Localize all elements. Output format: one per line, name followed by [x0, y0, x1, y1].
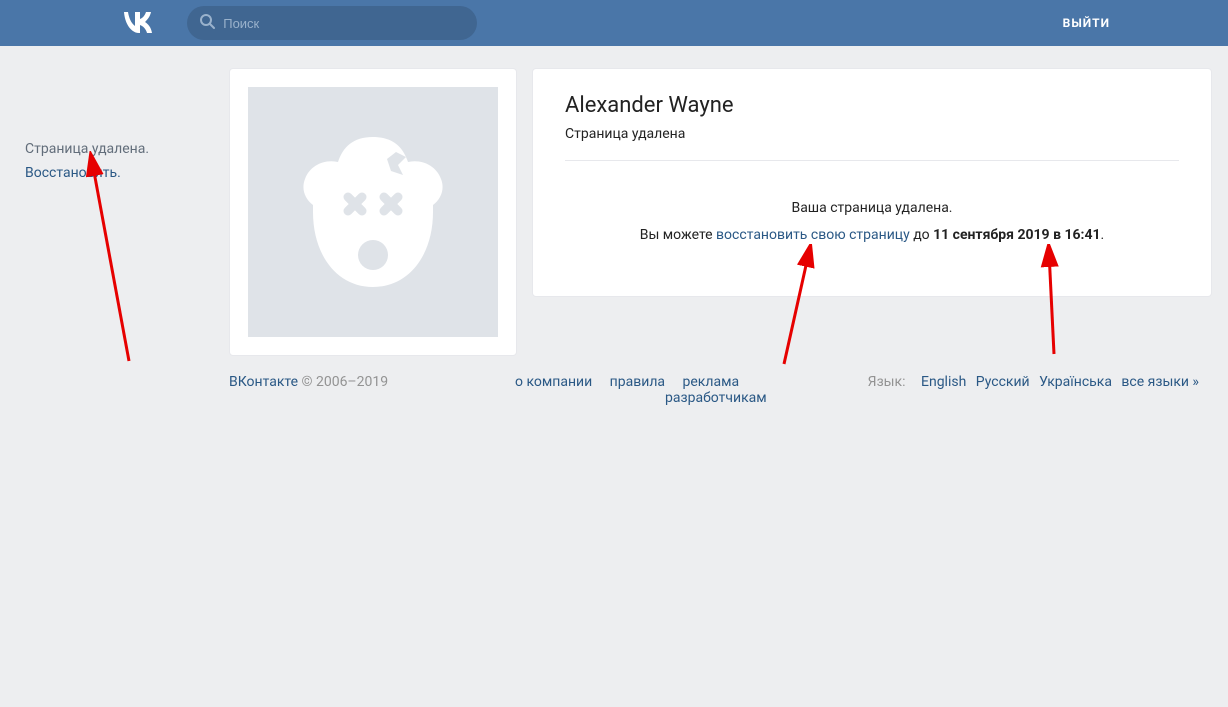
footer-brand-link[interactable]: ВКонтакте — [229, 374, 298, 390]
footer-right: Язык: English Русский Українська все язы… — [868, 374, 1199, 406]
footer-mid: о компании правила реклама разработчикам — [515, 374, 868, 406]
search-icon — [199, 13, 215, 33]
lang-label: Язык: — [868, 374, 906, 390]
profile-subtitle: Страница удалена — [565, 126, 1179, 142]
profile-name: Alexander Wayne — [565, 93, 1179, 118]
content: Alexander Wayne Страница удалена Ваша ст… — [229, 46, 1219, 356]
footer-left: ВКонтакте © 2006–2019 — [229, 374, 515, 406]
footer-dev-link[interactable]: разработчикам — [665, 390, 767, 406]
footer: ВКонтакте © 2006–2019 о компании правила… — [229, 356, 1199, 446]
lang-en[interactable]: English — [921, 374, 966, 390]
deleted-avatar — [248, 87, 498, 337]
sidebar-status: Страница удалена. — [25, 141, 149, 157]
sidebar-restore-link[interactable]: Восстановить. — [25, 165, 149, 181]
notice-date: 11 сентября 2019 в 16:41 — [933, 227, 1100, 243]
footer-rules-link[interactable]: правила — [610, 374, 665, 390]
notice-end: . — [1101, 227, 1105, 243]
header: ВЫЙТИ — [0, 0, 1228, 46]
lang-ua[interactable]: Українська — [1039, 374, 1112, 390]
search-input[interactable] — [187, 6, 477, 40]
restore-page-link[interactable]: восстановить свою страницу — [716, 227, 910, 243]
notice-line1: Ваша страница удалена. — [565, 195, 1179, 222]
search-wrap — [187, 6, 477, 40]
photo-card — [229, 68, 517, 356]
notice: Ваша страница удалена. Вы можете восстан… — [565, 195, 1179, 248]
divider — [565, 160, 1179, 161]
annotation-arrow-icon — [74, 151, 144, 371]
page: Страница удалена. Восстановить. Alexande… — [9, 46, 1219, 446]
footer-copyright: © 2006–2019 — [298, 374, 388, 390]
sidebar: Страница удалена. Восстановить. — [25, 141, 149, 181]
notice-line2: Вы можете восстановить свою страницу до … — [565, 222, 1179, 249]
footer-about-link[interactable]: о компании — [515, 374, 592, 390]
lang-all[interactable]: все языки » — [1121, 374, 1199, 390]
deleted-dog-icon — [293, 127, 453, 297]
footer-ads-link[interactable]: реклама — [683, 374, 740, 390]
header-inner: ВЫЙТИ — [114, 0, 1114, 46]
lang-ru[interactable]: Русский — [976, 374, 1030, 390]
notice-mid: до — [910, 227, 933, 243]
notice-pre: Вы можете — [640, 227, 716, 243]
logout-link[interactable]: ВЫЙТИ — [1063, 16, 1110, 30]
profile-card: Alexander Wayne Страница удалена Ваша ст… — [532, 68, 1212, 297]
vk-logo-icon[interactable] — [122, 9, 162, 37]
